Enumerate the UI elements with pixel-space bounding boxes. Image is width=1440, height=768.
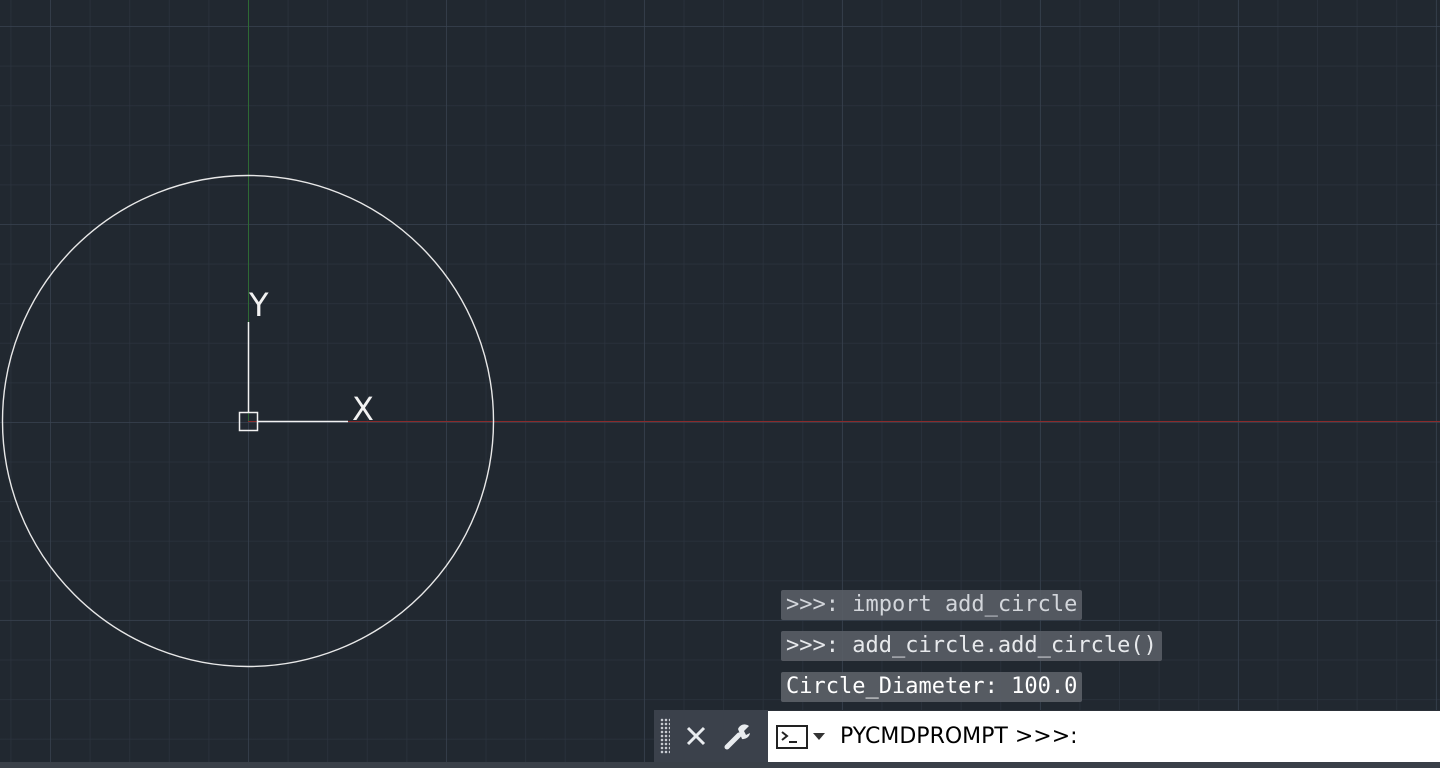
drawing-area[interactable]: X Y bbox=[0, 0, 1440, 768]
status-strip bbox=[0, 762, 1440, 768]
command-history-line: Circle_Diameter: 100.0 bbox=[781, 672, 1083, 702]
chevron-down-icon bbox=[813, 732, 825, 740]
command-line-tools bbox=[654, 710, 768, 762]
command-input[interactable] bbox=[840, 724, 1400, 749]
command-input-area[interactable] bbox=[768, 710, 1440, 762]
command-history-line: >>>: import add_circle bbox=[781, 590, 1083, 620]
wrench-icon bbox=[724, 724, 750, 750]
ucs-y-label: Y bbox=[248, 286, 269, 324]
command-history-line: >>>: add_circle.add_circle() bbox=[781, 631, 1162, 661]
customize-button[interactable] bbox=[722, 720, 754, 752]
grip-handle-icon[interactable] bbox=[660, 718, 670, 754]
recent-commands-button[interactable] bbox=[776, 724, 826, 749]
ucs-x-label: X bbox=[352, 390, 374, 428]
ucs-icon[interactable]: X Y bbox=[238, 286, 374, 432]
close-command-line-button[interactable] bbox=[680, 720, 712, 752]
model-space[interactable]: X Y bbox=[0, 0, 1440, 768]
command-prompt-icon bbox=[776, 724, 808, 749]
close-icon bbox=[686, 726, 706, 746]
command-line-bar bbox=[654, 710, 1440, 762]
